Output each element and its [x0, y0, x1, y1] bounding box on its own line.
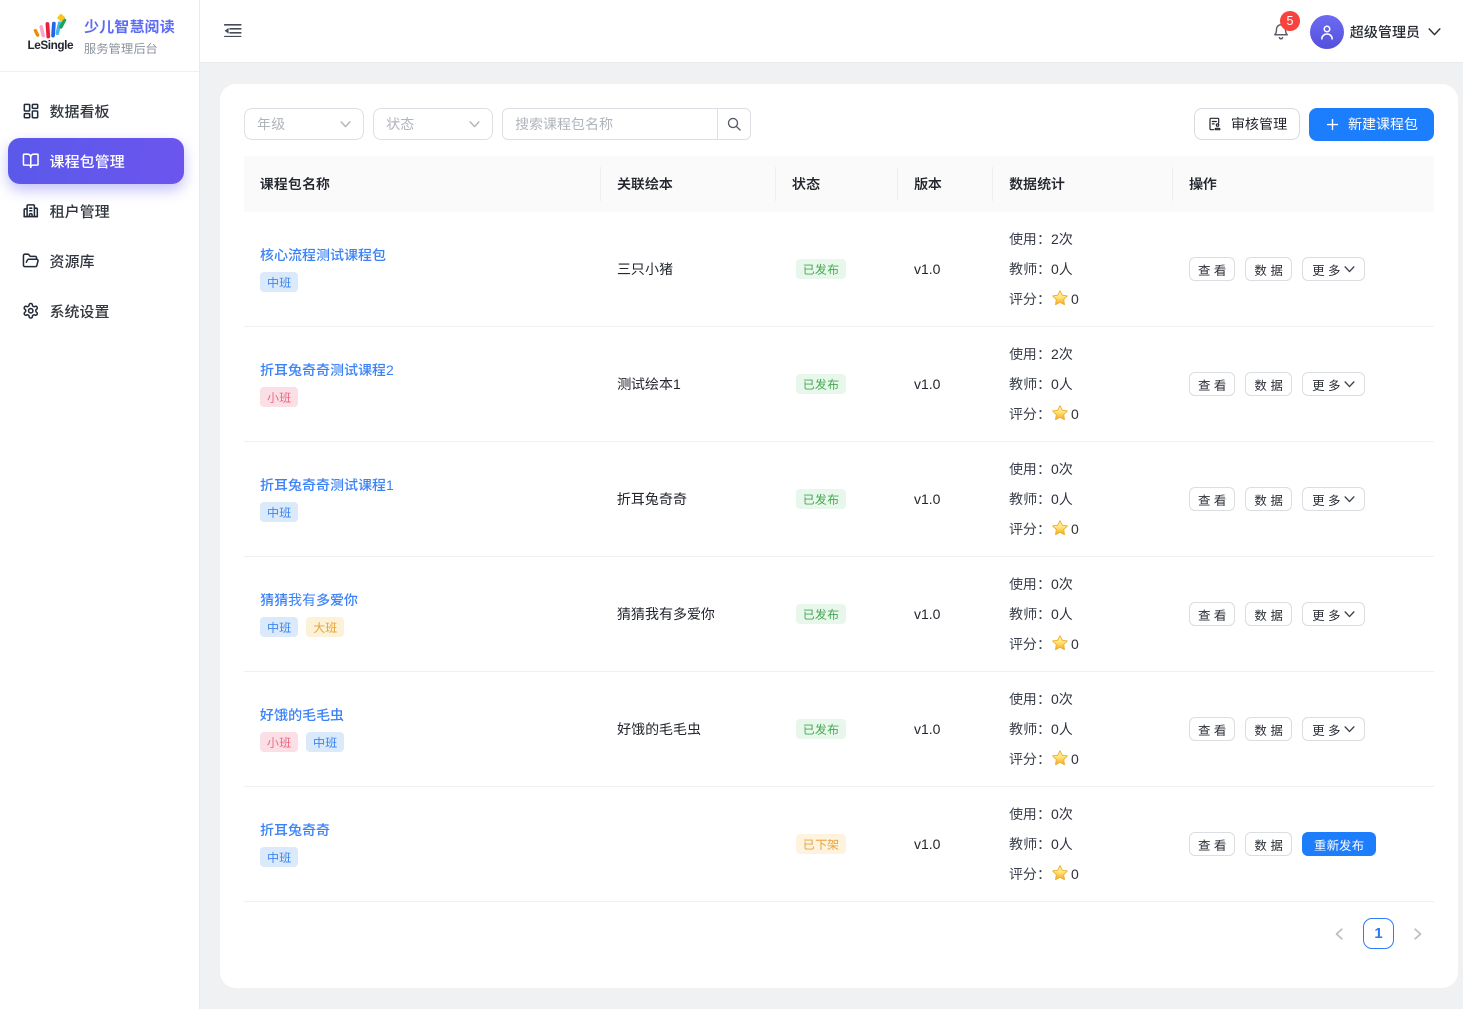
svg-text:LeSingle: LeSingle [28, 38, 74, 52]
